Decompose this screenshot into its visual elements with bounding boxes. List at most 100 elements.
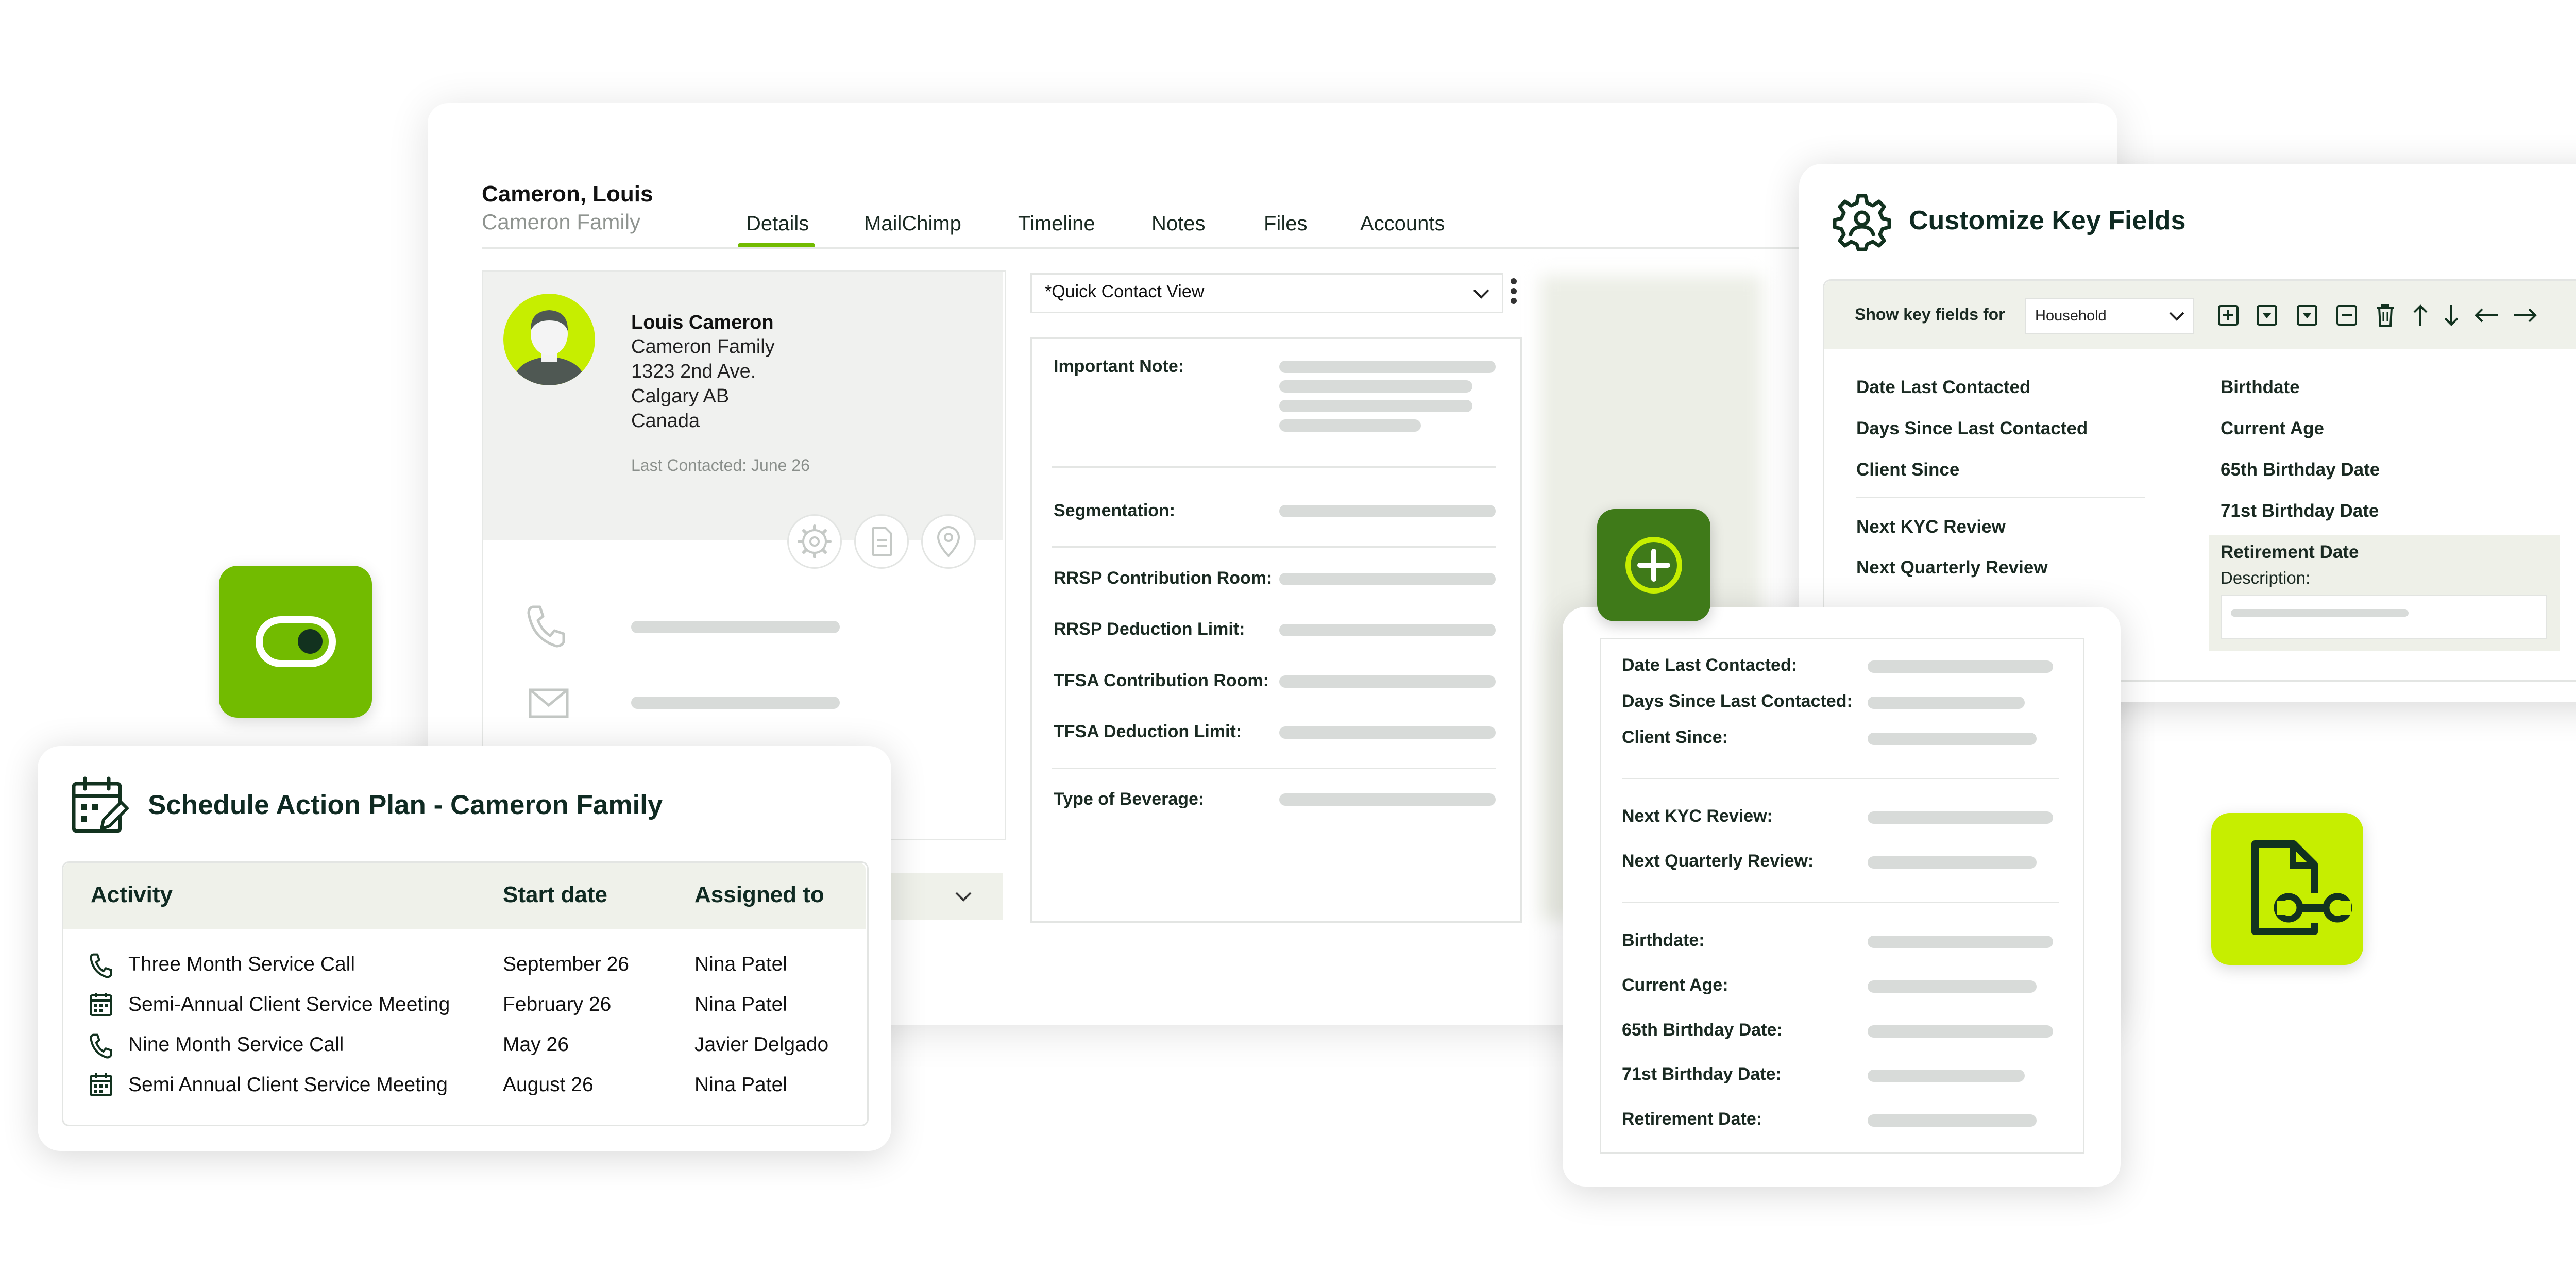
card-name: Louis Cameron <box>631 312 774 333</box>
key-field-item[interactable]: Next KYC Review <box>1856 517 2006 537</box>
dropdown-field-icon[interactable] <box>2256 304 2278 327</box>
arrow-down-icon[interactable] <box>2441 303 2462 328</box>
placeholder <box>1868 856 2037 869</box>
more-options-icon[interactable] <box>1509 277 1519 308</box>
key-field-item-selected: Retirement Date <box>2221 542 2359 562</box>
dropdown-field-icon[interactable] <box>2296 304 2318 327</box>
divider <box>1856 497 2145 498</box>
placeholder <box>1868 811 2053 824</box>
email-icon <box>529 688 569 718</box>
activity-assigned: Javier Delgado <box>694 1033 829 1056</box>
gear-icon <box>798 524 832 558</box>
placeholder <box>1868 980 2037 993</box>
col-assigned-to: Assigned to <box>694 882 824 907</box>
add-field-icon[interactable] <box>2217 304 2240 327</box>
activity-start: August 26 <box>503 1074 594 1096</box>
remove-field-icon[interactable] <box>2335 304 2358 327</box>
key-field-item[interactable]: Days Since Last Contacted <box>1856 418 2088 439</box>
contact-family: Cameron Family <box>482 210 641 234</box>
placeholder <box>1868 697 2025 709</box>
key-field-item[interactable]: Current Age <box>2221 418 2324 439</box>
arrow-up-icon[interactable] <box>2410 303 2431 328</box>
card-last-contacted: Last Contacted: June 26 <box>631 456 810 474</box>
description-input[interactable] <box>2221 595 2547 639</box>
col-start-date: Start date <box>503 882 607 907</box>
placeholder <box>1868 1070 2025 1082</box>
tab-details-underline <box>738 243 815 247</box>
location-button[interactable] <box>921 514 976 569</box>
chevron-down-icon <box>1473 289 1489 299</box>
tab-notes[interactable]: Notes <box>1151 212 1206 235</box>
gear-icon <box>1833 194 1891 251</box>
calendar-icon <box>90 993 112 1016</box>
tab-accounts[interactable]: Accounts <box>1360 212 1445 235</box>
add-button[interactable] <box>1597 509 1710 621</box>
card-country: Canada <box>631 410 700 432</box>
phone-value-placeholder <box>631 621 840 633</box>
phone-icon <box>90 953 112 978</box>
quick-field-label: Client Since: <box>1622 727 1728 747</box>
arrow-right-icon[interactable] <box>2512 305 2538 326</box>
key-field-item[interactable]: 65th Birthday Date <box>2221 460 2380 480</box>
field-beverage: Type of Beverage: <box>1054 789 1205 809</box>
toggle-tile <box>219 566 372 718</box>
divider <box>1052 546 1496 548</box>
plus-circle-icon <box>1625 537 1682 594</box>
quick-field-label: Birthdate: <box>1622 930 1705 950</box>
calendar-edit-icon <box>72 776 129 833</box>
calendar-icon <box>90 1073 112 1096</box>
key-field-item[interactable]: 71st Birthday Date <box>2221 501 2379 521</box>
divider <box>1622 902 2059 903</box>
placeholder <box>1279 400 1472 412</box>
activity-assigned: Nina Patel <box>694 993 787 1015</box>
quick-field-label: Days Since Last Contacted: <box>1622 691 1853 711</box>
household-select[interactable]: Household <box>2025 298 2194 334</box>
key-field-item[interactable]: Next Quarterly Review <box>1856 557 2048 578</box>
placeholder <box>1279 726 1496 739</box>
view-select[interactable]: *Quick Contact View <box>1030 273 1503 313</box>
file-tools-tile <box>2211 813 2363 965</box>
person-icon <box>513 310 586 385</box>
placeholder <box>1868 1025 2053 1038</box>
field-rrsp-deduction: RRSP Deduction Limit: <box>1054 619 1245 639</box>
activity-name: Semi-Annual Client Service Meeting <box>128 993 450 1015</box>
document-button[interactable] <box>854 514 909 569</box>
key-field-item[interactable]: Client Since <box>1856 460 1959 480</box>
key-field-item[interactable]: Birthdate <box>2221 377 2300 398</box>
chevron-down-icon <box>955 892 972 902</box>
quick-field-label: Retirement Date: <box>1622 1109 1762 1129</box>
activity-start: September 26 <box>503 953 629 975</box>
collapsed-section[interactable] <box>876 873 1003 920</box>
card-family: Cameron Family <box>631 336 775 358</box>
placeholder <box>1868 936 2053 948</box>
field-tfsa-deduction: TFSA Deduction Limit: <box>1054 722 1242 741</box>
toggle-icon <box>256 616 336 667</box>
view-select-value: *Quick Contact View <box>1045 282 1205 301</box>
card-address-line1: 1323 2nd Ave. <box>631 361 756 382</box>
quick-field-label: Date Last Contacted: <box>1622 655 1798 675</box>
phone-icon <box>90 1033 112 1059</box>
field-rrsp-contribution: RRSP Contribution Room: <box>1054 568 1273 588</box>
trash-icon[interactable] <box>2374 303 2397 328</box>
tab-timeline[interactable]: Timeline <box>1018 212 1095 235</box>
key-fields-title: Customize Key Fields <box>1909 206 2186 235</box>
tab-details[interactable]: Details <box>746 212 809 235</box>
contact-name: Cameron, Louis <box>482 181 653 207</box>
placeholder <box>1279 505 1496 517</box>
placeholder <box>2231 609 2409 617</box>
document-icon <box>872 527 892 556</box>
field-important-note: Important Note: <box>1054 357 1184 376</box>
tab-mailchimp[interactable]: MailChimp <box>864 212 961 235</box>
show-key-fields-label: Show key fields for <box>1855 305 2005 324</box>
activity-assigned: Nina Patel <box>694 1074 787 1096</box>
tab-files[interactable]: Files <box>1264 212 1307 235</box>
activity-name: Semi Annual Client Service Meeting <box>128 1074 448 1096</box>
placeholder <box>1279 624 1496 636</box>
quick-field-label: Next KYC Review: <box>1622 806 1773 826</box>
quick-field-label: 71st Birthday Date: <box>1622 1064 1782 1084</box>
key-field-item[interactable]: Date Last Contacted <box>1856 377 2030 398</box>
activity-name: Three Month Service Call <box>128 953 355 975</box>
settings-button[interactable] <box>787 514 842 569</box>
arrow-left-icon[interactable] <box>2473 305 2500 326</box>
placeholder <box>1868 660 2053 673</box>
